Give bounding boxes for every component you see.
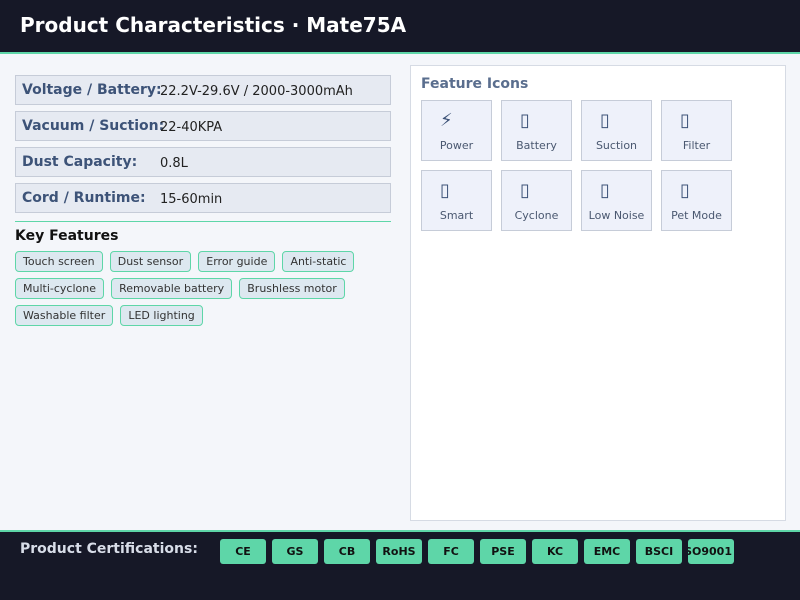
feature-tile-suction: ▯ Suction (581, 100, 652, 161)
pet-mode-icon: ▯ (680, 180, 690, 201)
feature-tile-battery: ▯ Battery (501, 100, 572, 161)
feature-tag: LED lighting (120, 305, 203, 326)
feature-tile-cyclone: ▯ Cyclone (501, 170, 572, 231)
spec-label: Cord / Runtime: (22, 190, 146, 206)
suction-icon: ▯ (600, 110, 610, 131)
low-noise-icon: ▯ (600, 180, 610, 201)
spec-label: Dust Capacity: (22, 154, 138, 170)
spec-value: 22-40KPA (160, 120, 223, 135)
spec-value: 0.8L (160, 156, 188, 171)
spec-label: Vacuum / Suction: (22, 118, 165, 134)
feature-tile-label: Smart (439, 209, 474, 222)
spec-value: 15-60min (160, 192, 223, 207)
feature-tile-low-noise: ▯ Low Noise (581, 170, 652, 231)
cert-badge-ce: CE (220, 539, 266, 564)
feature-icons-panel: Feature Icons ⚡ Power ▯ Battery ▯ Suctio… (410, 65, 786, 521)
feature-tile-pet-mode: ▯ Pet Mode (661, 170, 732, 231)
feature-tag: Error guide (198, 251, 276, 272)
cert-badge-emc: EMC (584, 539, 630, 564)
spec-row-dust: Dust Capacity: 0.8L (15, 147, 391, 177)
feature-tile-power: ⚡ Power (421, 100, 492, 161)
feature-tag: Multi-cyclone (15, 278, 104, 299)
cert-badge-rohs: RoHS (376, 539, 422, 564)
battery-icon: ▯ (520, 110, 530, 131)
cert-badge-fc: FC (428, 539, 474, 564)
cert-badge-pse: PSE (480, 539, 526, 564)
spec-label: Voltage / Battery: (22, 82, 162, 98)
smart-icon: ▯ (440, 180, 450, 201)
certifications-label: Product Certifications: (20, 541, 198, 557)
feature-tag: Brushless motor (239, 278, 345, 299)
filter-icon: ▯ (680, 110, 690, 131)
feature-tag: Washable filter (15, 305, 114, 326)
page-title: Product Characteristics · Mate75A (20, 13, 407, 37)
feature-tile-label: Battery (516, 139, 557, 152)
spec-panel: Voltage / Battery: 22.2V-29.6V / 2000-30… (15, 75, 391, 331)
cert-badge-iso9001: ISO9001 (688, 539, 734, 564)
certifications-footer: Product Certifications: CE GS CB RoHS FC… (0, 530, 800, 600)
spec-row-cord: Cord / Runtime: 15-60min (15, 183, 391, 213)
feature-tile-smart: ▯ Smart (421, 170, 492, 231)
header-bar: Product Characteristics · Mate75A (0, 0, 800, 54)
section-divider (15, 221, 391, 222)
key-features-title: Key Features (15, 228, 119, 244)
feature-tile-label: Pet Mode (671, 209, 722, 222)
power-icon: ⚡ (440, 110, 453, 131)
spec-row-vacuum: Vacuum / Suction: 22-40KPA (15, 111, 391, 141)
feature-tag: Touch screen (15, 251, 103, 272)
feature-tile-label: Low Noise (588, 209, 645, 222)
spec-row-voltage: Voltage / Battery: 22.2V-29.6V / 2000-30… (15, 75, 391, 105)
feature-tile-label: Suction (595, 139, 638, 152)
spec-value: 22.2V-29.6V / 2000-3000mAh (160, 84, 353, 99)
feature-tile-filter: ▯ Filter (661, 100, 732, 161)
feature-tile-label: Cyclone (514, 209, 559, 222)
cert-badge-cb: CB (324, 539, 370, 564)
cert-badge-kc: KC (532, 539, 578, 564)
feature-icons-title: Feature Icons (421, 76, 529, 92)
feature-tile-label: Filter (682, 139, 711, 152)
cyclone-icon: ▯ (520, 180, 530, 201)
feature-tag: Anti-static (282, 251, 355, 272)
feature-tile-label: Power (439, 139, 474, 152)
feature-tag: Removable battery (111, 278, 233, 299)
cert-badge-bsci: BSCI (636, 539, 682, 564)
feature-tag-list: Touch screen Dust sensor Error guide Ant… (15, 250, 391, 331)
cert-badge-gs: GS (272, 539, 318, 564)
feature-tag: Dust sensor (109, 251, 192, 272)
